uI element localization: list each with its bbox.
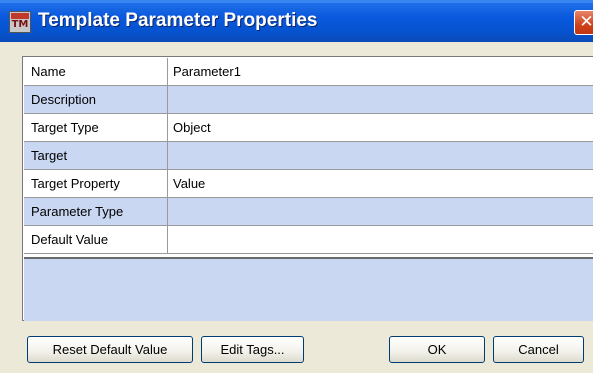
property-row-description: Description	[24, 86, 593, 114]
dialog-window: TM Template Parameter Properties ✕ Name …	[0, 0, 593, 373]
reset-default-value-button[interactable]: Reset Default Value	[27, 336, 193, 363]
property-value-cell-parameter-type[interactable]	[168, 198, 593, 225]
property-row-target-type: Target Type Object	[24, 114, 593, 142]
property-label-target-type: Target Type	[31, 120, 99, 135]
ok-button[interactable]: OK	[389, 336, 485, 363]
property-label-parameter-type: Parameter Type	[31, 204, 124, 219]
property-value-name: Parameter1	[173, 64, 241, 79]
property-grid: Name Parameter1 Description Target Type …	[22, 56, 593, 321]
property-value-target-property: Value	[173, 176, 206, 191]
property-label-description: Description	[31, 92, 97, 107]
property-label-target: Target	[31, 148, 68, 163]
property-label-name: Name	[31, 64, 66, 79]
edit-tags-button[interactable]: Edit Tags...	[201, 336, 304, 363]
property-value-cell-target-type[interactable]	[168, 114, 593, 141]
close-button[interactable]: ✕	[574, 10, 593, 35]
title-bar[interactable]: TM Template Parameter Properties ✕	[0, 0, 593, 42]
property-value-cell-default-value[interactable]	[168, 226, 593, 253]
window-title: Template Parameter Properties	[38, 10, 318, 31]
property-row-parameter-type: Parameter Type	[24, 198, 593, 226]
property-value-cell-target[interactable]	[168, 142, 593, 169]
property-row-default-value: Default Value	[24, 226, 593, 254]
property-row-target: Target	[24, 142, 593, 170]
close-icon: ✕	[579, 12, 593, 32]
property-rows: Name Parameter1 Description Target Type …	[24, 58, 593, 254]
property-label-target-property: Target Property	[31, 176, 120, 191]
cancel-button[interactable]: Cancel	[493, 336, 584, 363]
app-icon-letters: TM	[11, 19, 29, 30]
app-icon: TM	[9, 11, 31, 33]
property-value-cell-description[interactable]	[168, 86, 593, 113]
property-row-target-property: Target Property Value	[24, 170, 593, 198]
property-value-cell-target-property[interactable]	[168, 170, 593, 197]
property-row-name: Name Parameter1	[24, 58, 593, 86]
property-value-target-type: Object	[173, 120, 211, 135]
description-panel	[24, 257, 593, 321]
property-label-default-value: Default Value	[31, 232, 109, 247]
title-bar-highlight	[0, 0, 593, 3]
